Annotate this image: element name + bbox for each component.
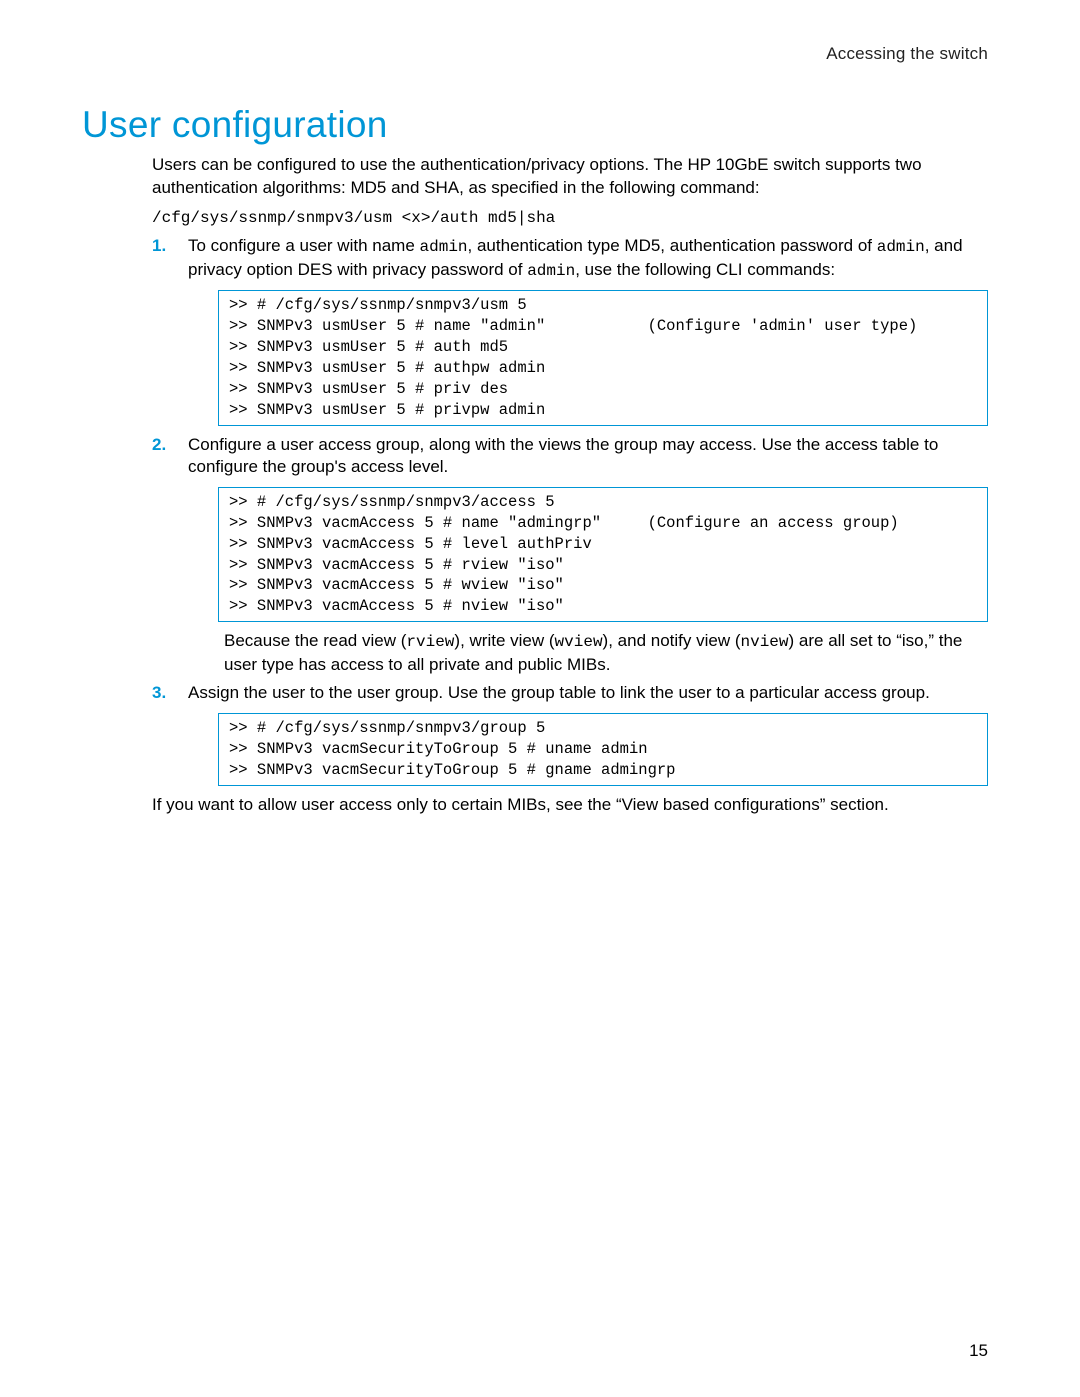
step-3: 3. Assign the user to the user group. Us… [152, 682, 988, 785]
closing-paragraph: If you want to allow user access only to… [152, 794, 988, 817]
page-number: 15 [969, 1341, 988, 1361]
step-2-after-code-1: rview [406, 633, 454, 651]
step-2-after-part-0: Because the read view ( [224, 631, 406, 650]
steps-list: 1. To configure a user with name admin, … [152, 235, 988, 785]
step-2-marker: 2. [152, 434, 166, 457]
step-2: 2. Configure a user access group, along … [152, 434, 988, 677]
step-1-text: To configure a user with name admin, aut… [188, 235, 988, 282]
step-1: 1. To configure a user with name admin, … [152, 235, 988, 425]
step-2-after-text: Because the read view (rview), write vie… [224, 630, 988, 676]
step-3-code-block: >> # /cfg/sys/ssnmp/snmpv3/group 5 >> SN… [218, 713, 988, 786]
step-2-after-code-3: wview [555, 633, 603, 651]
step-3-text-part-0: Assign the user to the user group. Use t… [188, 683, 930, 702]
step-3-marker: 3. [152, 682, 166, 705]
step-1-code-inline-1: admin [420, 238, 468, 256]
page: Accessing the switch User configuration … [0, 0, 1080, 1397]
step-3-text: Assign the user to the user group. Use t… [188, 682, 988, 705]
running-head: Accessing the switch [82, 44, 988, 64]
step-1-code-block: >> # /cfg/sys/ssnmp/snmpv3/usm 5 >> SNMP… [218, 290, 988, 426]
section-title: User configuration [82, 104, 988, 146]
step-1-marker: 1. [152, 235, 166, 258]
step-2-code-block: >> # /cfg/sys/ssnmp/snmpv3/access 5 >> S… [218, 487, 988, 623]
step-2-after-part-4: ), and notify view ( [603, 631, 741, 650]
step-2-after-part-2: ), write view ( [454, 631, 554, 650]
intro-command: /cfg/sys/ssnmp/snmpv3/usm <x>/auth md5|s… [152, 208, 988, 230]
step-1-code-inline-5: admin [527, 262, 575, 280]
intro-paragraph: Users can be configured to use the authe… [152, 154, 988, 200]
step-2-after-code-5: nview [741, 633, 789, 651]
step-1-code-inline-3: admin [877, 238, 925, 256]
step-1-text-part-0: To configure a user with name [188, 236, 420, 255]
step-2-text-part-0: Configure a user access group, along wit… [188, 435, 938, 477]
step-1-text-part-6: , use the following CLI commands: [575, 260, 835, 279]
step-1-text-part-2: , authentication type MD5, authenticatio… [468, 236, 877, 255]
body-block: Users can be configured to use the authe… [152, 154, 988, 816]
step-2-text: Configure a user access group, along wit… [188, 434, 988, 479]
